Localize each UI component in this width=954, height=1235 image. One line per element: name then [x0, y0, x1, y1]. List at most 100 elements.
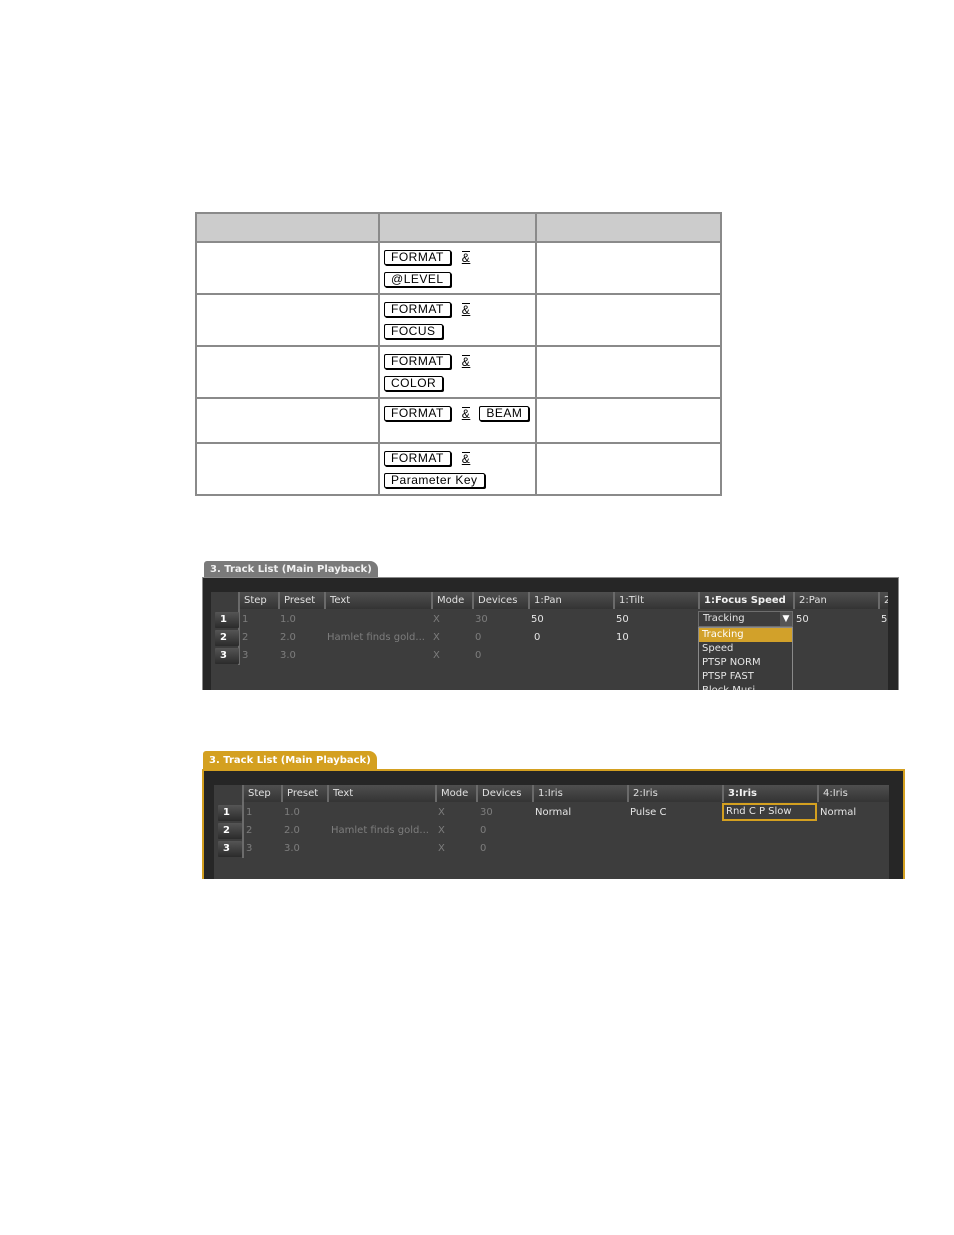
- beam-key: BEAM: [479, 405, 530, 421]
- step-cell[interactable]: 3: [246, 841, 252, 857]
- format-key: FORMAT: [384, 301, 451, 317]
- tilt1-cell[interactable]: 10: [616, 630, 629, 646]
- preset-cell[interactable]: 2.0: [280, 630, 296, 646]
- mode-cell[interactable]: X: [438, 805, 445, 821]
- column-header-mode[interactable]: Mode: [435, 785, 476, 802]
- mode-cell[interactable]: X: [433, 612, 440, 628]
- column-header-preset[interactable]: Preset: [278, 592, 324, 609]
- table-row: FORMAT & Parameter Key: [194, 442, 723, 496]
- table-header-row: [194, 212, 723, 243]
- table-cell: [194, 442, 381, 496]
- parameter-key: Parameter Key: [384, 472, 485, 488]
- devices-cell[interactable]: 0: [475, 648, 481, 664]
- format-key: FORMAT: [384, 353, 451, 369]
- table-row: FORMAT & FOCUS: [194, 293, 723, 347]
- column-header-text[interactable]: Text: [327, 785, 435, 802]
- header-cell: [534, 212, 723, 243]
- table-cell: [534, 345, 723, 399]
- column-header-mode[interactable]: Mode: [431, 592, 472, 609]
- devices-cell[interactable]: 30: [480, 805, 493, 821]
- column-header-4-iris[interactable]: 4:Iris: [817, 785, 889, 802]
- text-cell[interactable]: Hamlet finds gold...: [331, 823, 429, 839]
- row-number-button[interactable]: 1: [215, 612, 239, 628]
- column-header-2-pan[interactable]: 2:Pan: [793, 592, 878, 609]
- column-header-1-iris[interactable]: 1:Iris: [532, 785, 627, 802]
- column-header-2-iris[interactable]: 2:Iris: [627, 785, 722, 802]
- devices-cell[interactable]: 0: [480, 841, 486, 857]
- preset-cell[interactable]: 1.0: [280, 612, 296, 628]
- step-cell[interactable]: 1: [242, 612, 248, 628]
- column-header-1-pan[interactable]: 1:Pan: [528, 592, 613, 609]
- key-combo-cell: FORMAT & COLOR: [378, 345, 537, 399]
- devices-cell[interactable]: 0: [480, 823, 486, 839]
- step-cell[interactable]: 2: [242, 630, 248, 646]
- table-row: FORMAT & BEAM: [194, 397, 723, 444]
- focus-speed-dropdown[interactable]: Tracking ▼: [698, 611, 793, 627]
- and-symbol: &: [461, 451, 471, 466]
- column-header-step[interactable]: Step: [242, 785, 281, 802]
- dropdown-option-speed[interactable]: Speed: [699, 642, 792, 656]
- tilt1-cell[interactable]: 50: [616, 612, 629, 628]
- focus-key: FOCUS: [384, 323, 443, 339]
- devices-cell[interactable]: 30: [475, 612, 488, 628]
- row-number-button[interactable]: 2: [218, 823, 242, 839]
- iris3-cell-selected[interactable]: Rnd C P Slow: [722, 803, 817, 821]
- column-header-devices[interactable]: Devices: [472, 592, 528, 609]
- mode-cell[interactable]: X: [433, 648, 440, 664]
- table-cell: [534, 293, 723, 347]
- iris2-cell[interactable]: Pulse C: [630, 805, 667, 821]
- table-cell: [194, 241, 381, 295]
- table-row: FORMAT & COLOR: [194, 345, 723, 399]
- table-cell: [194, 345, 381, 399]
- row-number-button[interactable]: 3: [215, 648, 239, 664]
- dropdown-arrow-icon[interactable]: ▼: [780, 612, 792, 626]
- column-header-1-focus-speed[interactable]: 1:Focus Speed: [698, 592, 793, 609]
- column-header-devices[interactable]: Devices: [476, 785, 532, 802]
- preset-cell[interactable]: 3.0: [284, 841, 300, 857]
- row-number-button[interactable]: 2: [215, 630, 239, 646]
- focus-speed-dropdown-list: Tracking Speed PTSP NORM PTSP FAST Block…: [698, 627, 793, 690]
- track-list-grid: Step Preset Text Mode Devices 1:Pan 1:Ti…: [211, 592, 888, 690]
- key-combo-cell: FORMAT & @LEVEL: [378, 241, 537, 295]
- track-list-tab-active[interactable]: 3. Track List (Main Playback): [203, 751, 377, 770]
- iris4-cell[interactable]: Normal: [820, 805, 856, 821]
- pan2-cell[interactable]: 50: [796, 612, 809, 628]
- column-header-text[interactable]: Text: [324, 592, 431, 609]
- row-number-button[interactable]: 3: [218, 841, 242, 857]
- text-cell[interactable]: Hamlet finds gold...: [327, 630, 425, 646]
- pan1-cell[interactable]: 50: [531, 612, 544, 628]
- column-header-1-tilt[interactable]: 1:Tilt: [613, 592, 698, 609]
- column-header-2-partial[interactable]: 2: [878, 592, 888, 609]
- row-number-button[interactable]: 1: [218, 805, 242, 821]
- column-header-preset[interactable]: Preset: [281, 785, 327, 802]
- key-combo-cell: FORMAT & BEAM: [378, 397, 537, 444]
- format-key-table: FORMAT & @LEVEL FORMAT & FOCUS FORMAT & COL…: [194, 212, 723, 496]
- step-column-divider: [242, 802, 244, 858]
- partial-cell[interactable]: 5: [881, 612, 887, 628]
- preset-cell[interactable]: 1.0: [284, 805, 300, 821]
- preset-cell[interactable]: 3.0: [280, 648, 296, 664]
- dropdown-option-tracking[interactable]: Tracking: [699, 628, 792, 642]
- mode-cell[interactable]: X: [433, 630, 440, 646]
- step-cell[interactable]: 3: [242, 648, 248, 664]
- color-key: COLOR: [384, 375, 444, 391]
- iris1-cell[interactable]: Normal: [535, 805, 571, 821]
- devices-cell[interactable]: 0: [475, 630, 481, 646]
- table-cell: [534, 397, 723, 444]
- pan1-cell[interactable]: 0: [534, 630, 540, 646]
- track-list-frame-active: Step Preset Text Mode Devices 1:Iris 2:I…: [202, 769, 905, 879]
- step-cell[interactable]: 1: [246, 805, 252, 821]
- step-cell[interactable]: 2: [246, 823, 252, 839]
- table-cell: [194, 397, 381, 444]
- dropdown-option-ptsp-norm[interactable]: PTSP NORM: [699, 656, 792, 670]
- track-list-grid: Step Preset Text Mode Devices 1:Iris 2:I…: [214, 785, 889, 879]
- column-header-step[interactable]: Step: [238, 592, 278, 609]
- header-cell: [194, 212, 381, 243]
- dropdown-option-block[interactable]: Block Musi...: [699, 684, 792, 690]
- dropdown-option-ptsp-fast[interactable]: PTSP FAST: [699, 670, 792, 684]
- mode-cell[interactable]: X: [438, 841, 445, 857]
- mode-cell[interactable]: X: [438, 823, 445, 839]
- track-list-panel-iris: 3. Track List (Main Playback) Step Prese…: [202, 751, 905, 879]
- column-header-3-iris[interactable]: 3:Iris: [722, 785, 817, 802]
- preset-cell[interactable]: 2.0: [284, 823, 300, 839]
